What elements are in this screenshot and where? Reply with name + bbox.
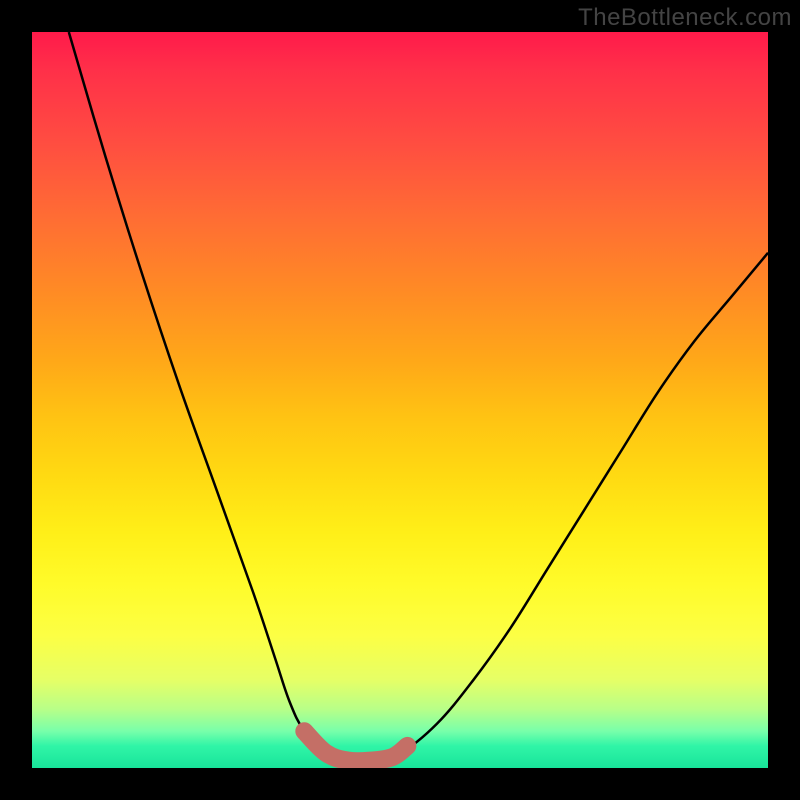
bottleneck-curve-path <box>69 32 768 762</box>
plot-area <box>32 32 768 768</box>
chart-frame: TheBottleneck.com <box>0 0 800 800</box>
chart-svg <box>32 32 768 768</box>
optimal-marker-path <box>304 731 407 761</box>
watermark-text: TheBottleneck.com <box>578 4 792 32</box>
